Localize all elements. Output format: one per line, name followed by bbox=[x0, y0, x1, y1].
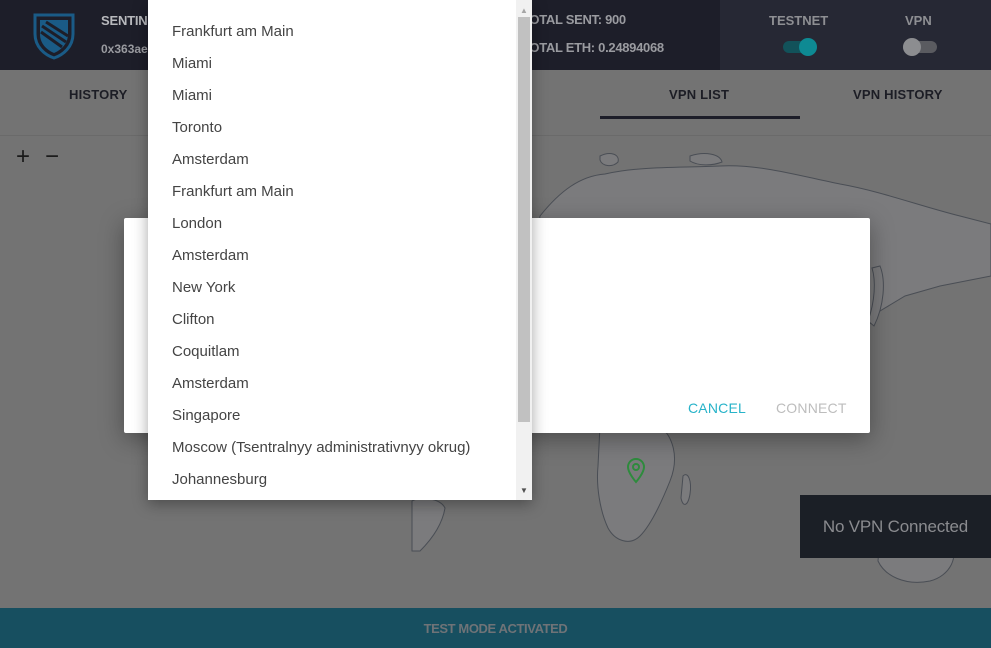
tab-vpn-list[interactable]: VPN LIST bbox=[669, 87, 729, 102]
vpn-status-text: No VPN Connected bbox=[822, 516, 969, 536]
testnet-toggle-knob bbox=[799, 38, 817, 56]
city-option[interactable]: New York bbox=[148, 272, 516, 304]
active-tab-indicator bbox=[600, 116, 800, 119]
dropdown-scrollbar[interactable]: ▲ ▼ bbox=[516, 0, 532, 500]
scroll-up-arrow-icon[interactable]: ▲ bbox=[516, 2, 532, 18]
map-zoom-in-button[interactable]: + bbox=[16, 145, 30, 169]
city-option[interactable]: Miami bbox=[148, 48, 516, 80]
city-dropdown-menu[interactable]: Frankfurt am Main Miami Miami Toronto Amster… bbox=[148, 0, 532, 500]
city-option[interactable]: Singapore bbox=[148, 400, 516, 432]
city-option[interactable]: Coquitlam bbox=[148, 336, 516, 368]
vpn-toggle-knob bbox=[903, 38, 921, 56]
city-option[interactable]: Frankfurt am Main bbox=[148, 176, 516, 208]
test-mode-banner: TEST MODE ACTIVATED bbox=[0, 608, 991, 648]
testnet-label: TESTNET bbox=[769, 13, 829, 28]
city-option[interactable]: London bbox=[148, 208, 516, 240]
scrollbar-thumb[interactable] bbox=[518, 17, 530, 422]
city-option[interactable]: Johannesburg bbox=[148, 464, 516, 496]
tab-history[interactable]: HISTORY bbox=[69, 87, 127, 102]
wallet-address[interactable]: 0x363ae bbox=[101, 42, 148, 56]
tab-vpn-history[interactable]: VPN HISTORY bbox=[853, 87, 943, 102]
vpn-toggle[interactable] bbox=[903, 38, 937, 56]
city-option[interactable]: Frankfurt am Main bbox=[148, 16, 516, 48]
city-option-list: Frankfurt am Main Miami Miami Toronto Amster… bbox=[148, 16, 516, 496]
toggle-panel: TESTNET VPN bbox=[720, 0, 991, 70]
connect-button[interactable]: CONNECT bbox=[776, 400, 847, 416]
scroll-down-arrow-icon[interactable]: ▼ bbox=[516, 482, 532, 498]
city-option[interactable]: Amsterdam bbox=[148, 240, 516, 272]
city-option[interactable]: Miami bbox=[148, 80, 516, 112]
test-mode-text: TEST MODE ACTIVATED bbox=[423, 620, 568, 636]
testnet-toggle[interactable] bbox=[783, 38, 817, 56]
map-location-marker-icon[interactable] bbox=[626, 458, 646, 484]
map-zoom-out-button[interactable]: − bbox=[45, 145, 59, 169]
city-option[interactable]: Toronto bbox=[148, 112, 516, 144]
cancel-button[interactable]: CANCEL bbox=[688, 400, 746, 416]
city-option[interactable]: Amsterdam bbox=[148, 368, 516, 400]
sentinel-shield-logo-icon bbox=[33, 13, 75, 60]
total-sent-stat: TOTAL SENT: 900 bbox=[522, 12, 626, 27]
city-option[interactable]: Clifton bbox=[148, 304, 516, 336]
total-eth-stat: TOTAL ETH: 0.24894068 bbox=[522, 40, 664, 55]
city-option[interactable]: Moscow (Tsentralnyy administrativnyy okr… bbox=[148, 432, 516, 464]
vpn-label: VPN bbox=[905, 13, 932, 28]
city-option[interactable]: Amsterdam bbox=[148, 144, 516, 176]
vpn-status-box: No VPN Connected bbox=[800, 495, 991, 558]
